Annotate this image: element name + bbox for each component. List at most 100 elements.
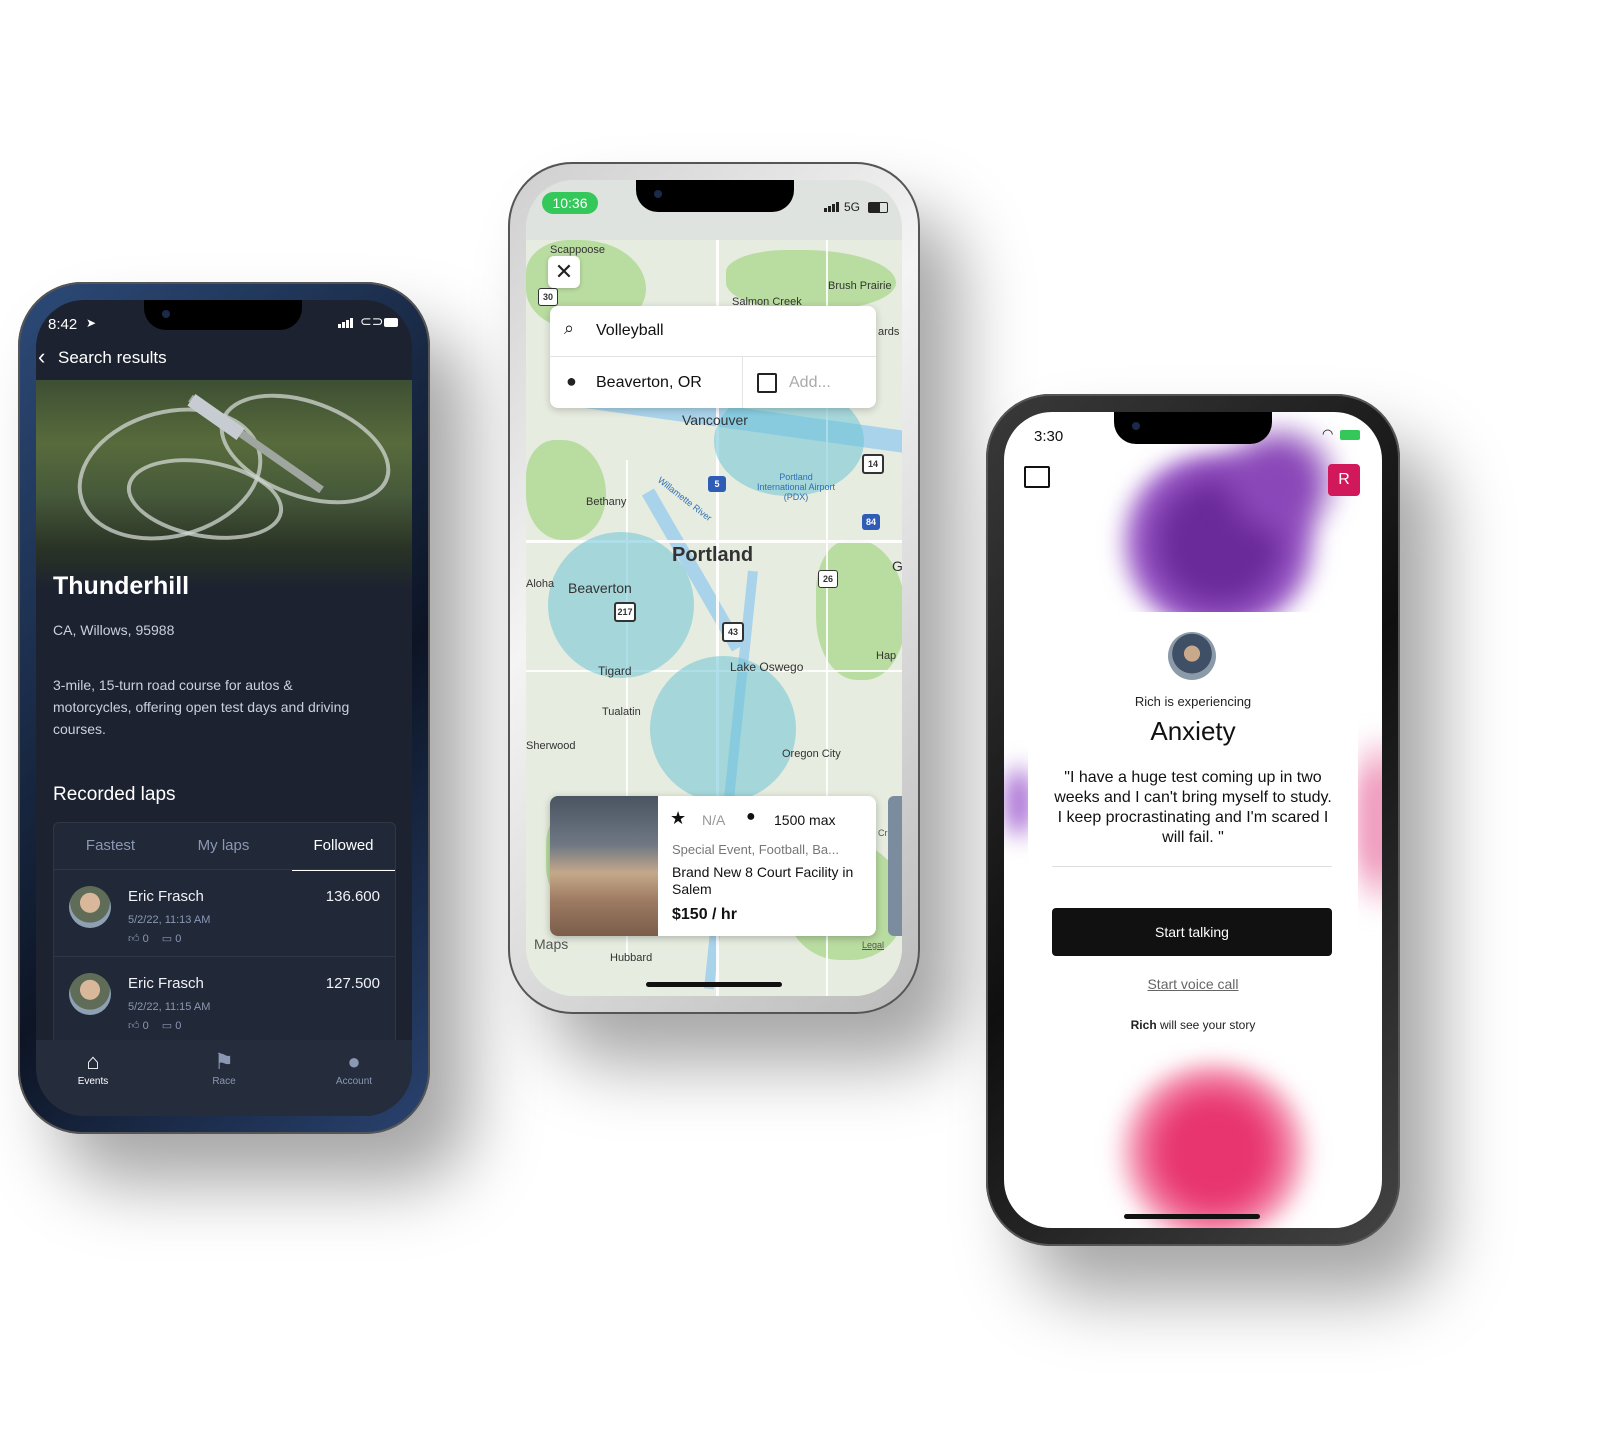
experiencing-label: Rich is experiencing [1134,694,1252,709]
story-app-screen: 3:30 ◠ R Rich is experiencing Anxiety "I… [1004,412,1382,1228]
phone-story-app: 3:30 ◠ R Rich is experiencing Anxiety "I… [986,394,1400,1246]
map-label: Aloha [526,578,555,590]
lap-meta: 👍︎ 0 ▭ 0 [128,932,181,945]
lap-row[interactable]: Eric Frasch 5/2/22, 11:15 AM 127.500 👍︎ … [54,956,395,1043]
tab-fastest[interactable]: Fastest [54,823,167,869]
signal-icon [338,318,354,328]
racing-app-screen: 8:42 ➤ ⊂⊃ ‹ Search results Thunderhill C… [36,300,412,1116]
track-location: CA, Willows, 95988 [53,622,175,638]
avatar [1168,632,1216,680]
battery-icon [384,318,398,327]
person-icon: ● [746,808,756,825]
thumbs-up-icon[interactable]: 👍︎ [128,1020,140,1032]
lap-score: 127.500 [325,975,380,992]
home-indicator [646,982,782,987]
close-icon: ✕ [554,259,574,284]
thumbs-up-icon[interactable]: 👍︎ [128,933,140,945]
avatar [69,973,111,1015]
pink-smoke-side [1354,692,1382,952]
battery-icon [868,202,888,213]
calendar-icon [757,373,777,393]
close-button[interactable]: ✕ [548,256,580,288]
comment-count: 0 [175,1020,182,1032]
listing-card[interactable]: ★ N/A ● 1500 max Special Event, Football… [550,796,876,936]
wifi-icon: ◠ [1322,426,1334,441]
profile-initial: R [1338,471,1350,488]
chat-bubble-icon[interactable] [1024,466,1050,488]
lap-driver-name: Eric Frasch [128,975,204,992]
map-label: Vancouver [682,412,748,428]
lap-date: 5/2/22, 11:13 AM [128,914,211,926]
location-field[interactable]: ● Beaverton, OR [550,357,743,408]
divider [1052,866,1332,867]
map-label: Beaverton [568,580,632,596]
search-icon: ⌕ [564,318,575,338]
highway-shield-84: 84 [862,514,880,530]
tab-followed[interactable]: Followed [292,823,395,871]
map-label: Portland [672,544,754,566]
date-field[interactable]: Add... [743,357,876,408]
visibility-text: will see your story [1156,1018,1256,1032]
map-label: Bethany [586,496,627,508]
listing-capacity: 1500 max [774,812,836,828]
lap-driver-name: Eric Frasch [128,888,204,905]
search-field[interactable]: ⌕ Volleyball [550,306,876,357]
location-pin-icon: ● [566,371,577,391]
search-query: Volleyball [596,322,664,339]
checkered-flag-icon: ⚑ [214,1049,234,1074]
visibility-note: Rich will see your story [1028,1018,1358,1032]
battery-icon [1340,430,1360,440]
feeling-title: Anxiety [1150,716,1236,746]
legal-link[interactable]: Legal [862,940,884,950]
home-indicator [1124,1214,1260,1219]
person-icon: ● [347,1049,361,1074]
star-icon: ★ [670,808,687,828]
home-icon: ⌂ [86,1049,100,1074]
map-label: Sherwood [526,740,576,752]
search-radius-lake-oswego [650,656,796,802]
back-label: Search results [58,348,167,367]
nav-events[interactable]: ⌂ Events [48,1048,138,1087]
phone-map-app: 10:36 5G Scappoose Salmon Creek Brush Pr… [508,162,920,1014]
map-label: Cr [878,828,888,838]
map-label: Lake Oswego [730,660,804,674]
lap-row[interactable]: Eric Frasch 5/2/22, 11:13 AM 136.600 👍︎ … [54,869,395,956]
map-label: Tigard [598,664,632,678]
tab-my-laps[interactable]: My laps [167,823,280,869]
highway-shield-43: 43 [722,622,744,642]
comment-icon[interactable]: ▭ [162,1020,172,1032]
notch [144,300,302,330]
status-time-pill: 10:36 [542,192,598,214]
location-value: Beaverton, OR [596,374,702,391]
nav-account[interactable]: ● Account [309,1048,399,1087]
track-hero-image [36,372,412,590]
notch [636,180,794,212]
maps-attribution-text: Maps [534,936,569,952]
phone-racing-app: 8:42 ➤ ⊂⊃ ‹ Search results Thunderhill C… [18,282,430,1134]
like-count: 0 [142,933,149,945]
lap-score: 136.600 [325,888,380,905]
network-type: 5G [844,200,861,214]
start-talking-button[interactable]: Start talking [1052,908,1332,956]
nav-race[interactable]: ⚑ Race [179,1048,269,1087]
laps-panel: Fastest My laps Followed Eric Frasch 5/2… [53,822,396,1074]
status-time: 10:36 [552,195,588,211]
like-count: 0 [142,1020,149,1032]
comment-icon[interactable]: ▭ [162,933,172,945]
highway-shield-5: 5 [708,476,726,492]
comment-count: 0 [175,933,182,945]
listing-card-peek[interactable] [888,796,902,936]
lap-date: 5/2/22, 11:15 AM [128,1001,211,1013]
map-label: Oregon City [782,748,841,760]
status-time: 8:42 [48,316,78,333]
nav-label: Race [212,1076,236,1087]
avatar [69,886,111,928]
lap-meta: 👍︎ 0 ▭ 0 [128,1019,181,1032]
track-description: 3-mile, 15-turn road course for autos & … [53,677,350,737]
start-talking-label: Start talking [1155,924,1229,940]
map-label: Hubbard [610,952,653,964]
start-voice-call-link[interactable]: Start voice call [1028,976,1358,992]
track-name: Thunderhill [53,572,190,600]
profile-avatar[interactable]: R [1328,464,1360,496]
story-quote: "I have a huge test coming up in two wee… [1054,769,1332,846]
